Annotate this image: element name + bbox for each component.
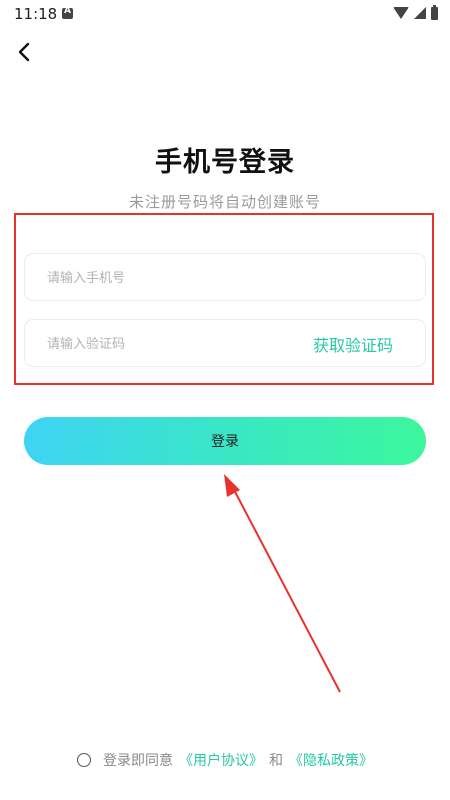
user-agreement-link[interactable]: 《用户协议》 <box>179 750 263 770</box>
code-input[interactable] <box>45 320 309 368</box>
notification-icon: A <box>62 6 73 19</box>
battery-icon <box>431 4 438 20</box>
privacy-policy-link[interactable]: 《隐私政策》 <box>289 750 373 770</box>
status-bar: 11:18 A <box>0 0 450 28</box>
agreement-row: 登录即同意 《用户协议》 和 《隐私政策》 <box>0 748 450 772</box>
page-title: 手机号登录 <box>155 147 295 178</box>
agreement-prefix: 登录即同意 <box>103 753 173 769</box>
get-code-button[interactable]: 获取验证码 <box>313 332 393 356</box>
phone-input[interactable] <box>45 254 309 302</box>
page-subtitle: 未注册号码将自动创建账号 <box>128 193 321 211</box>
status-time: 11:18 <box>14 5 58 23</box>
chevron-left-icon <box>18 42 30 62</box>
back-button[interactable] <box>10 38 40 68</box>
code-field[interactable]: 获取验证码 <box>24 319 426 368</box>
phone-field[interactable] <box>24 253 426 302</box>
signal-icon <box>414 7 426 19</box>
agreement-and: 和 <box>269 753 283 769</box>
agree-radio[interactable] <box>77 753 91 767</box>
status-icons <box>393 4 438 21</box>
arrow-annotation <box>224 474 341 693</box>
login-button[interactable]: 登录 <box>24 417 426 465</box>
wifi-icon <box>393 7 409 19</box>
